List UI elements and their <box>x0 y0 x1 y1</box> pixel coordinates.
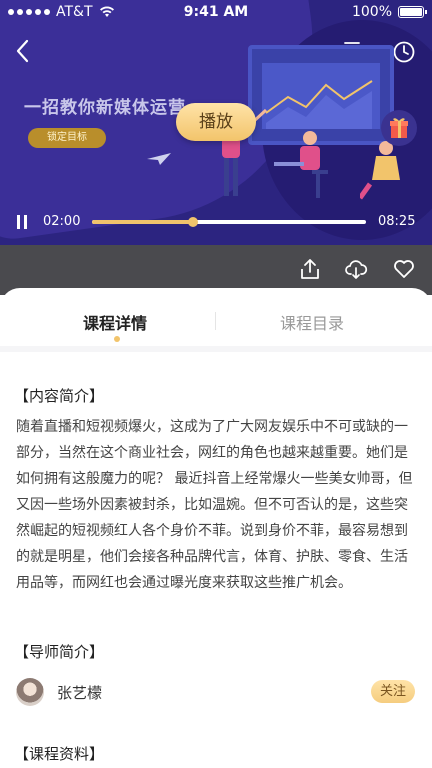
battery-percent: 100% <box>351 4 392 20</box>
course-detail-sheet: 课程详情 课程目录 【内容简介】 随着直播和短视频爆火，这成为了广大网友娱乐中不… <box>0 288 432 768</box>
banner-title: 一招教你新媒体运营 <box>24 98 186 118</box>
back-arrow-icon[interactable] <box>12 38 34 64</box>
avatar[interactable] <box>16 678 44 706</box>
progress-fill <box>92 220 194 224</box>
tab-divider <box>215 312 216 330</box>
progress-knob[interactable] <box>188 217 199 227</box>
paper-plane-icon <box>147 153 171 165</box>
student-illustration <box>274 131 328 198</box>
current-time: 02:00 <box>43 214 81 229</box>
share-icon[interactable] <box>298 257 322 281</box>
materials-section-title: 【课程资料】 <box>14 745 105 763</box>
teacher-section-title: 【导师简介】 <box>14 643 105 661</box>
gift-icon[interactable] <box>381 110 417 146</box>
heart-icon[interactable] <box>392 257 416 281</box>
student-illustration <box>360 141 400 200</box>
status-bar: AT&T 9:41 AM 100% <box>0 0 432 24</box>
playback-controls: 02:00 08:25 <box>0 205 432 239</box>
tab-course-details[interactable]: 课程详情 <box>83 310 147 334</box>
cloud-download-icon[interactable] <box>344 257 368 281</box>
video-player[interactable]: AT&T 9:41 AM 100% 一招教你新媒体运营 锁定目标 播放 02:0… <box>0 0 432 245</box>
chart-illustration <box>265 80 373 129</box>
tab-course-catalog[interactable]: 课程目录 <box>280 310 344 334</box>
play-button[interactable]: 播放 <box>176 103 256 141</box>
progress-slider[interactable] <box>92 217 366 227</box>
intro-section-body: 随着直播和短视频爆火，这成为了广大网友娱乐中不可或缺的一部分，当然在这个商业社会… <box>16 419 413 591</box>
clock-icon[interactable] <box>392 40 416 64</box>
follow-button[interactable]: 关注 <box>371 680 415 703</box>
battery-icon <box>398 6 427 18</box>
banner-tag: 锁定目标 <box>28 128 106 148</box>
intro-section-title: 【内容简介】 <box>14 387 105 405</box>
tab-bar: 课程详情 课程目录 <box>0 288 432 352</box>
teacher-name[interactable]: 张艺檬 <box>57 682 102 703</box>
active-tab-indicator <box>114 336 120 342</box>
pause-icon[interactable] <box>15 214 29 230</box>
total-time: 08:25 <box>378 214 416 229</box>
